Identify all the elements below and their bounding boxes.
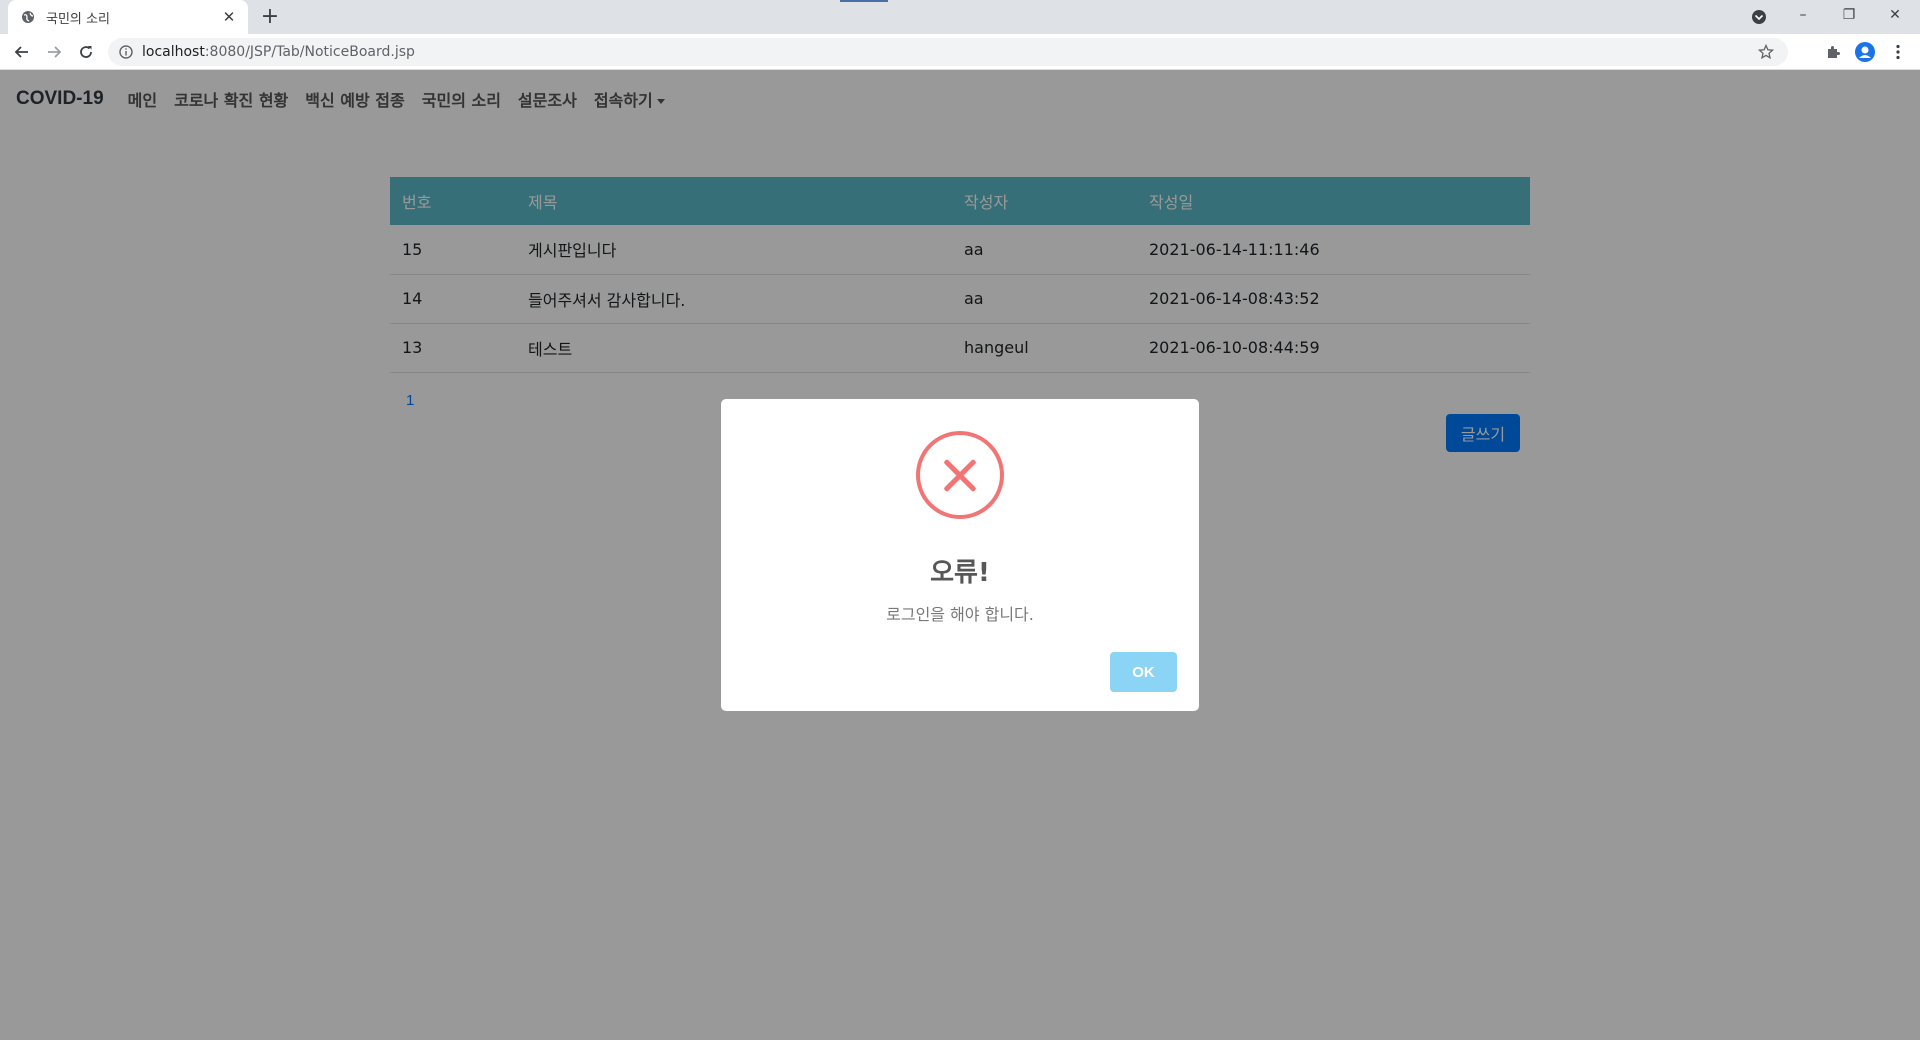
- close-icon[interactable]: ✕: [220, 8, 238, 26]
- restore-button[interactable]: ❐: [1826, 0, 1872, 30]
- profile-avatar-icon[interactable]: [1855, 42, 1875, 62]
- extensions-puzzle-icon[interactable]: [1823, 42, 1843, 62]
- tab-search-icon[interactable]: [1750, 8, 1768, 26]
- tab-indicator: [840, 0, 888, 2]
- dialog-title: 오류!: [930, 558, 990, 588]
- bookmark-star-icon[interactable]: [1757, 43, 1775, 60]
- browser-tabstrip: 국민의 소리 ✕ + – ❐ ✕: [0, 0, 1920, 34]
- info-icon[interactable]: [118, 44, 134, 60]
- browser-menu-icon[interactable]: [1888, 42, 1908, 62]
- globe-icon: [20, 9, 36, 25]
- ok-button[interactable]: OK: [1110, 652, 1177, 692]
- new-tab-button[interactable]: +: [258, 5, 282, 29]
- window-close-button[interactable]: ✕: [1872, 0, 1918, 30]
- error-dialog: 오류! 로그인을 해야 합니다. OK: [721, 399, 1199, 711]
- reload-icon[interactable]: [74, 40, 98, 64]
- error-x-icon: [916, 431, 1004, 519]
- url-host: localhost: [142, 44, 205, 60]
- address-bar[interactable]: localhost:8080/JSP/Tab/NoticeBoard.jsp: [108, 38, 1788, 66]
- forward-arrow-icon[interactable]: [42, 40, 66, 64]
- url-path: :8080/JSP/Tab/NoticeBoard.jsp: [204, 44, 415, 60]
- back-arrow-icon[interactable]: [10, 40, 34, 64]
- browser-tab[interactable]: 국민의 소리 ✕: [8, 0, 248, 34]
- url-text: localhost:8080/JSP/Tab/NoticeBoard.jsp: [142, 44, 415, 60]
- browser-toolbar: localhost:8080/JSP/Tab/NoticeBoard.jsp: [0, 34, 1920, 70]
- minimize-button[interactable]: –: [1780, 0, 1826, 30]
- dialog-message: 로그인을 해야 합니다.: [886, 605, 1034, 624]
- tab-title: 국민의 소리: [46, 11, 110, 27]
